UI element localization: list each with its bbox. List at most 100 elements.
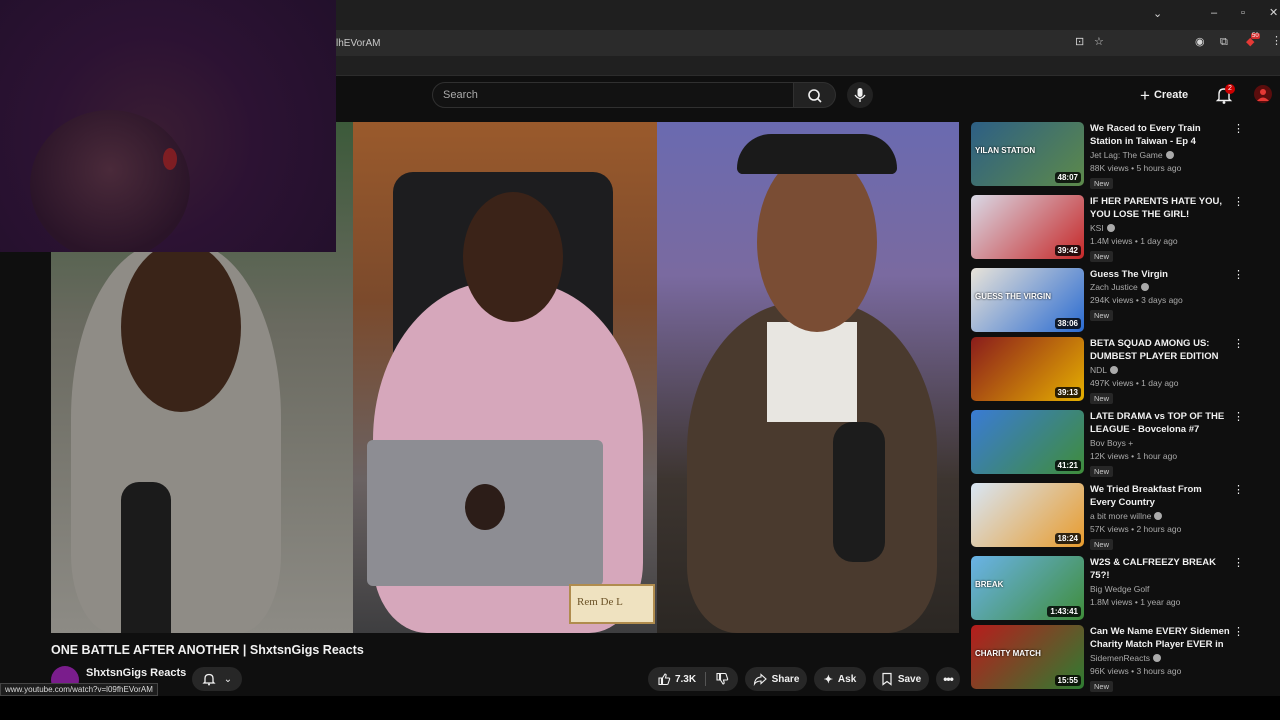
recommendation-menu-icon[interactable]: ⋮ [1233, 412, 1244, 423]
bottom-black-bar [0, 696, 1280, 720]
recommendation-thumbnail[interactable]: YILAN STATION 48:07 [971, 122, 1084, 186]
recommendation-item[interactable]: CHARITY MATCH 15:55 Can We Name EVERY Side… [971, 625, 1261, 692]
recommendation-meta: 294K views • 3 days ago [1090, 295, 1183, 305]
recommendation-thumbnail[interactable]: 39:42 [971, 195, 1084, 259]
webcam-overlay [0, 0, 336, 252]
recommendation-channel[interactable]: Bov Boys + [1090, 438, 1133, 448]
profile-icon[interactable]: ◉ [1195, 37, 1205, 48]
subscribed-notifications-button[interactable]: ⌄ [192, 667, 242, 691]
recommendation-channel[interactable]: Big Wedge Golf [1090, 584, 1149, 594]
recommendation-channel[interactable]: NDL [1090, 365, 1119, 375]
url-text[interactable]: lhEVorAM [336, 38, 380, 49]
recommendation-channel[interactable]: a bit more willne [1090, 511, 1163, 521]
channel-name-text: SidemenReacts [1090, 653, 1151, 663]
like-button[interactable]: 7.3K [657, 672, 696, 686]
person-right-head [757, 152, 877, 332]
recommendation-title[interactable]: BETA SQUAD AMONG US: DUMBEST PLAYER EDIT… [1090, 337, 1230, 363]
recommendation-channel[interactable]: Zach Justice [1090, 282, 1149, 292]
video-duration: 39:42 [1054, 245, 1081, 256]
create-button[interactable]: + Create [1140, 84, 1202, 106]
close-window-icon[interactable]: ✕ [1269, 8, 1278, 19]
like-count: 7.3K [674, 673, 697, 685]
verified-check-icon [1165, 151, 1174, 159]
recommendation-title[interactable]: IF HER PARENTS HATE YOU, YOU LOSE THE GI… [1090, 195, 1230, 221]
laptop-sticker [465, 484, 505, 530]
minimize-icon[interactable]: – [1211, 8, 1217, 19]
recommendation-item[interactable]: GUESS THE VIRGIN 38:06 Guess The Virgin Zac… [971, 268, 1261, 333]
tab-list-chevron-icon[interactable]: ⌄ [1153, 9, 1162, 20]
recommendation-meta: 1.4M views • 1 day ago [1090, 236, 1178, 246]
recommendation-item[interactable]: 39:13 BETA SQUAD AMONG US: DUMBEST PLAYER… [971, 337, 1261, 404]
ask-button[interactable]: ✦ Ask [814, 667, 866, 691]
thumbnail-text: BREAK [975, 580, 1004, 589]
recommendation-thumbnail[interactable]: GUESS THE VIRGIN 38:06 [971, 268, 1084, 332]
save-button[interactable]: Save [873, 667, 929, 691]
new-badge: New [1090, 681, 1114, 692]
voice-search-button[interactable] [847, 82, 873, 108]
recommendation-channel[interactable]: KSI [1090, 223, 1115, 233]
recommendation-channel[interactable]: SidemenReacts [1090, 653, 1162, 663]
headphones [737, 134, 897, 174]
video-duration: 48:07 [1054, 172, 1081, 183]
recommendation-title[interactable]: Can We Name EVERY Sidemen Charity Match … [1090, 625, 1230, 652]
recommendation-menu-icon[interactable]: ⋮ [1233, 270, 1244, 281]
channel-name-text: Big Wedge Golf [1090, 584, 1150, 594]
verified-check-icon [1140, 283, 1149, 291]
video-duration: 18:24 [1054, 533, 1081, 544]
video-duration: 1:43:41 [1047, 606, 1081, 617]
recommendation-menu-icon[interactable]: ⋮ [1233, 558, 1244, 569]
shirt [767, 322, 857, 422]
webcam-light [163, 148, 177, 170]
browser-menu-icon[interactable]: ⋮ [1271, 36, 1280, 47]
recommendation-title[interactable]: We Tried Breakfast From Every Country [1090, 483, 1230, 509]
recommendation-thumbnail[interactable]: 41:21 [971, 410, 1084, 474]
recommendation-item[interactable]: BREAK 1:43:41 W2S & CALFREEZY BREAK 75?! Bi… [971, 556, 1261, 621]
recommendation-item[interactable]: YILAN STATION 48:07 We Raced to Every Trai… [971, 122, 1261, 189]
recommendation-title[interactable]: Guess The Virgin [1090, 268, 1230, 281]
recommendation-meta: 88K views • 5 hours ago [1090, 163, 1182, 173]
recommendation-title[interactable]: LATE DRAMA vs TOP OF THE LEAGUE - Bovcel… [1090, 410, 1230, 436]
recommendation-item[interactable]: 41:21 LATE DRAMA vs TOP OF THE LEAGUE - B… [971, 410, 1261, 477]
recommendation-menu-icon[interactable]: ⋮ [1233, 124, 1244, 135]
recommendation-thumbnail[interactable]: BREAK 1:43:41 [971, 556, 1084, 620]
recommendation-channel[interactable]: Jet Lag: The Game [1090, 150, 1174, 160]
share-button[interactable]: Share [745, 667, 807, 691]
install-app-icon[interactable]: ⊡ [1075, 37, 1084, 48]
recommendation-menu-icon[interactable]: ⋮ [1233, 197, 1244, 208]
recommendation-item[interactable]: 39:42 IF HER PARENTS HATE YOU, YOU LOSE T… [971, 195, 1261, 262]
recommendation-meta: 96K views • 3 hours ago [1090, 666, 1182, 676]
thumbnail-text: GUESS THE VIRGIN [975, 292, 1052, 301]
bookmark-star-icon[interactable]: ☆ [1094, 37, 1104, 48]
recommendation-menu-icon[interactable]: ⋮ [1233, 339, 1244, 350]
new-badge: New [1090, 393, 1114, 404]
video-panel-right [657, 122, 959, 633]
recommendation-title[interactable]: W2S & CALFREEZY BREAK 75?! [1090, 556, 1230, 582]
recommendation-thumbnail[interactable]: 18:24 [971, 483, 1084, 547]
account-avatar[interactable] [1254, 85, 1272, 103]
extension-badge: 50 [1251, 33, 1260, 39]
recommendation-title[interactable]: We Raced to Every Train Station in Taiwa… [1090, 122, 1230, 148]
channel-name-text: Bov Boys + [1090, 438, 1134, 448]
dislike-button[interactable] [715, 672, 729, 686]
extensions-puzzle-icon[interactable]: ⧉ [1220, 37, 1228, 48]
more-actions-button[interactable]: ••• [936, 667, 960, 691]
divider [705, 672, 707, 686]
search-button[interactable] [794, 82, 836, 108]
recommendation-meta: 497K views • 1 day ago [1090, 378, 1179, 388]
search-input[interactable]: Search [432, 82, 794, 108]
recommendation-menu-icon[interactable]: ⋮ [1233, 627, 1244, 638]
recommendation-thumbnail[interactable]: CHARITY MATCH 15:55 [971, 625, 1084, 689]
channel-name[interactable]: ShxtsnGigs Reacts [86, 667, 186, 679]
recommendation-thumbnail[interactable]: 39:13 [971, 337, 1084, 401]
ask-label: Ask [837, 673, 857, 685]
recommendation-item[interactable]: 18:24 We Tried Breakfast From Every Count… [971, 483, 1261, 550]
recommendation-menu-icon[interactable]: ⋮ [1233, 485, 1244, 496]
maximize-icon[interactable]: ▫ [1241, 8, 1245, 19]
webcam-person [30, 110, 190, 252]
recommendation-meta: 1.8M views • 1 year ago [1090, 597, 1181, 607]
plus-icon: + [1140, 85, 1150, 105]
recommendation-meta: 12K views • 1 hour ago [1090, 451, 1178, 461]
notification-count-badge: 2 [1225, 84, 1235, 94]
like-dislike-group: 7.3K [648, 667, 738, 691]
thumbnail-text: CHARITY MATCH [975, 649, 1041, 658]
